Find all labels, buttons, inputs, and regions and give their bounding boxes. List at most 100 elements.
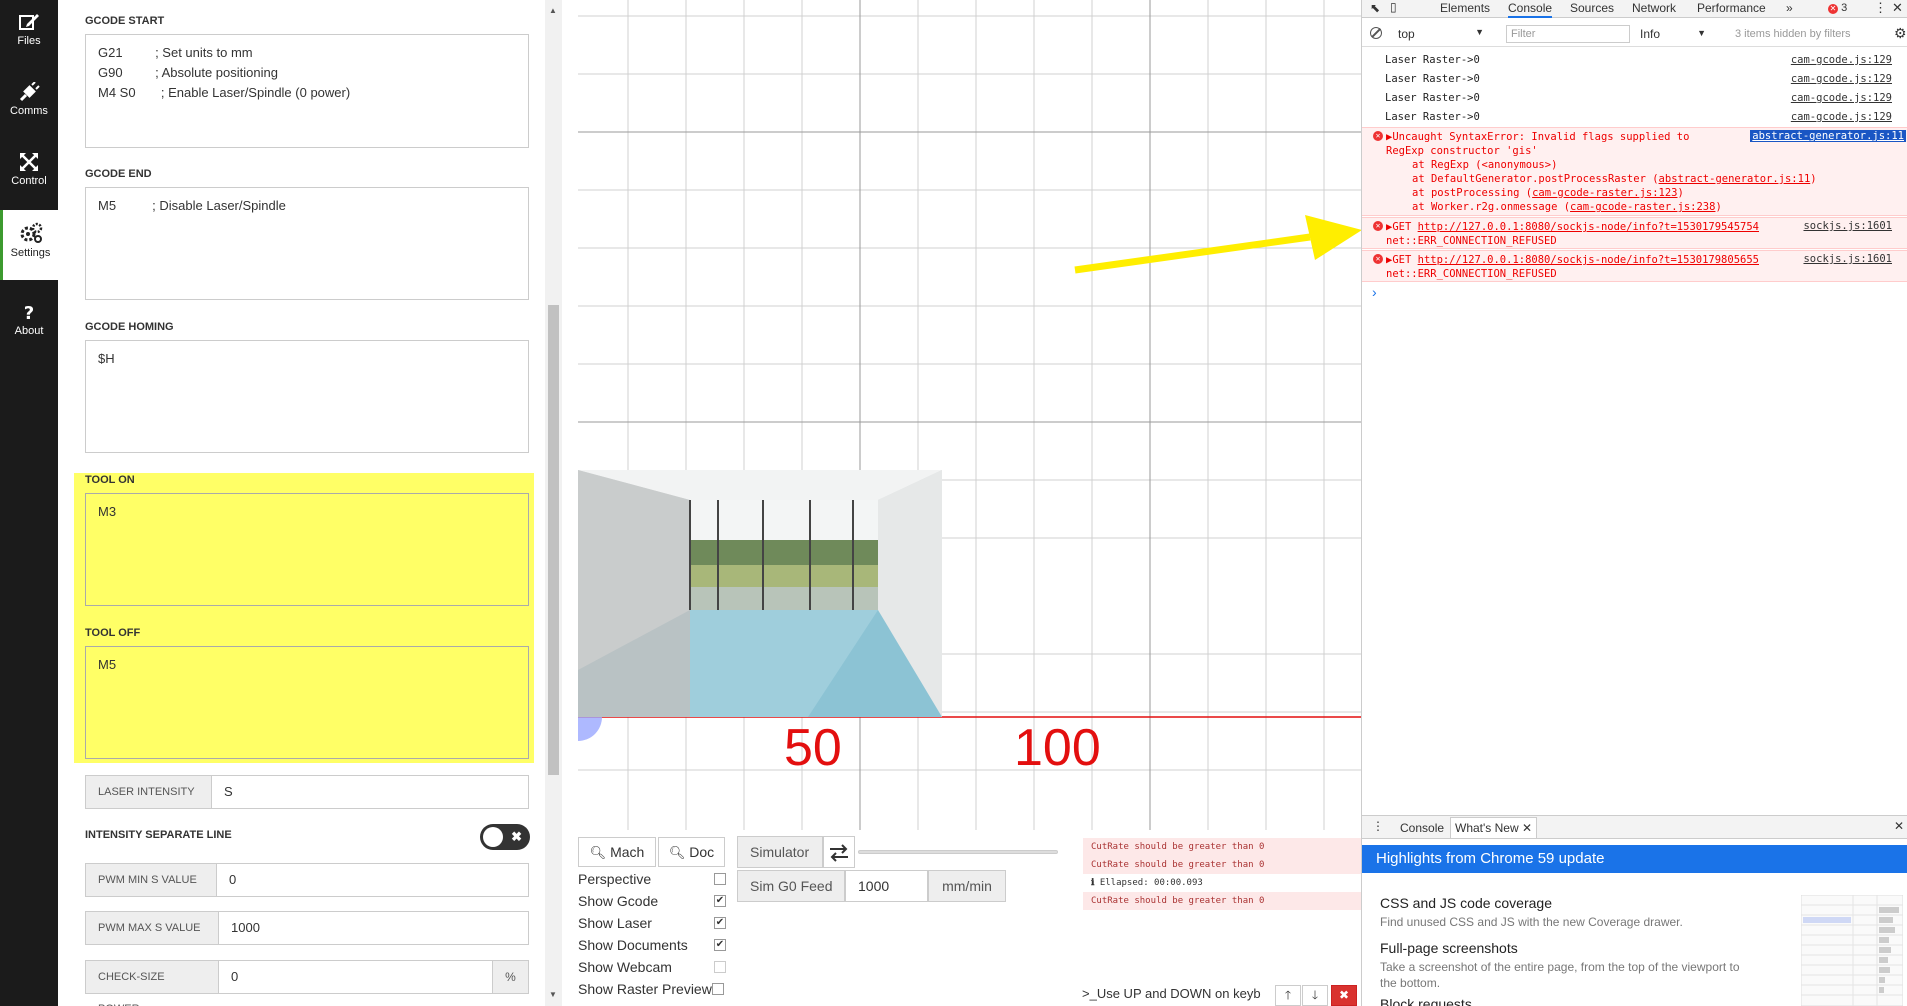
nav-item-settings[interactable]: Settings [0, 210, 58, 280]
gcode-start-textarea[interactable]: G21 ; Set units to mm G90 ; Absolute pos… [85, 34, 529, 148]
annotation-arrow-icon [1074, 215, 1362, 274]
clear-console-icon[interactable] [1370, 27, 1382, 39]
drawer-tab-console[interactable]: Console [1400, 821, 1444, 835]
nav-item-comms[interactable]: Comms [0, 70, 58, 138]
doc-button[interactable]: 🔍︎ Doc [658, 837, 725, 867]
more-tabs-icon[interactable]: » [1786, 0, 1793, 18]
show-documents-checkbox-row[interactable]: Show Documents ✔ [578, 934, 728, 956]
nav-item-control[interactable]: Control [0, 140, 58, 208]
sim-g0-feed-input[interactable]: 1000 [845, 870, 928, 902]
console-log-source[interactable]: cam-gcode.js:129 [1791, 92, 1892, 104]
error-source-link[interactable]: abstract-generator.js:11 [1750, 130, 1906, 142]
sim-g0-feed-label: Sim G0 Feed [750, 878, 833, 894]
tool-off-textarea[interactable]: M5 [85, 646, 529, 759]
history-down-button[interactable]: 🡓 [1302, 985, 1328, 1006]
show-raster-preview-checkbox[interactable] [712, 983, 724, 995]
simulator-swap-button[interactable] [823, 836, 855, 868]
drawer-menu-icon[interactable]: ⋮ [1372, 819, 1384, 833]
close-devtools-icon[interactable]: ✕ [1892, 0, 1903, 16]
laser-intensity-label: LASER INTENSITY [86, 776, 212, 808]
gcode-end-textarea[interactable]: M5 ; Disable Laser/Spindle [85, 187, 529, 300]
console-log-source[interactable]: cam-gcode.js:129 [1791, 111, 1892, 123]
tool-on-label: TOOL ON [85, 474, 135, 486]
pwm-min-field[interactable]: PWM MIN S VALUE 0 [85, 863, 529, 897]
inspect-icon[interactable]: ⬉ [1370, 1, 1380, 15]
tab-elements[interactable]: Elements [1440, 0, 1490, 18]
stack-link[interactable]: abstract-generator.js:11 [1659, 173, 1811, 185]
error-url[interactable]: http://127.0.0.1:8080/sockjs-node/info?t… [1418, 254, 1759, 266]
stack-tail: ) [1677, 187, 1684, 199]
scroll-up-arrow-icon[interactable]: ▲ [549, 6, 557, 15]
error-line: ▶GET http://127.0.0.1:8080/sockjs-node/i… [1386, 220, 1759, 234]
whats-new-item-title[interactable]: CSS and JS code coverage [1380, 895, 1552, 911]
nav-item-files[interactable]: Files [0, 0, 58, 68]
tool-on-textarea[interactable]: M3 [85, 493, 529, 606]
tab-performance[interactable]: Performance [1697, 0, 1766, 18]
close-drawer-icon[interactable]: ✕ [1894, 819, 1904, 833]
nav-label-control: Control [11, 175, 47, 187]
history-up-button[interactable]: 🡑 [1275, 985, 1301, 1006]
show-documents-checkbox[interactable]: ✔ [714, 939, 726, 951]
settings-scrollbar[interactable]: ▲ ▼ [545, 0, 562, 1006]
close-icon[interactable]: ✕ [1522, 821, 1532, 835]
close-icon: ✖ [1338, 988, 1350, 1002]
dropdown-icon: ▼ [1475, 27, 1484, 37]
error-count-badge: ✕ 3 [1828, 2, 1847, 14]
scroll-down-arrow-icon[interactable]: ▼ [549, 990, 557, 999]
error-count: 3 [1841, 2, 1848, 14]
stack-link[interactable]: cam-gcode-raster.js:238 [1570, 201, 1715, 213]
drawer-tab-whats-new[interactable]: What's New ✕ [1450, 817, 1538, 839]
pwm-max-field[interactable]: PWM MAX S VALUE 1000 [85, 911, 529, 945]
whats-new-item-title[interactable]: Block requests [1380, 996, 1472, 1006]
show-documents-label: Show Documents [578, 937, 688, 953]
tab-console[interactable]: Console [1508, 0, 1553, 18]
stack-link[interactable]: cam-gcode-raster.js:123 [1532, 187, 1677, 199]
arrow-up-icon: 🡑 [1284, 988, 1292, 1002]
search-icon: 🔍︎ [589, 845, 607, 860]
show-webcam-checkbox[interactable] [714, 961, 726, 973]
show-gcode-checkbox[interactable]: ✔ [714, 895, 726, 907]
laser-intensity-field[interactable]: LASER INTENSITY S [85, 775, 529, 809]
clear-log-button[interactable]: ✖ [1331, 985, 1357, 1006]
intensity-separate-line-toggle[interactable]: ✖ [480, 824, 530, 850]
workspace-viewer[interactable]: 50 100 [578, 0, 1361, 830]
simulator-label: Simulator [750, 844, 810, 860]
gcode-homing-textarea[interactable]: $H [85, 340, 529, 453]
nav-item-about[interactable]: ? About [0, 290, 58, 358]
show-laser-checkbox[interactable]: ✔ [714, 917, 726, 929]
kebab-menu-icon[interactable]: ⋮ [1874, 0, 1887, 16]
context-select[interactable]: top ▼ [1398, 27, 1484, 43]
devtools-panel: ⬉ ▯ Elements Console Sources Network Per… [1361, 0, 1907, 1006]
show-laser-checkbox-row[interactable]: Show Laser ✔ [578, 912, 728, 934]
whats-new-item-title[interactable]: Full-page screenshots [1380, 940, 1518, 956]
console-log-source[interactable]: cam-gcode.js:129 [1791, 54, 1892, 66]
tab-sources[interactable]: Sources [1570, 0, 1614, 18]
error-url[interactable]: http://127.0.0.1:8080/sockjs-node/info?t… [1418, 221, 1759, 233]
mach-button[interactable]: 🔍︎ Mach [578, 837, 656, 867]
console-prompt[interactable]: › [1372, 284, 1377, 300]
whats-new-item-desc: Find unused CSS and JS with the new Cove… [1380, 915, 1683, 929]
perspective-checkbox[interactable] [714, 873, 726, 885]
gcode-end-label: GCODE END [85, 168, 152, 180]
device-toolbar-icon[interactable]: ▯ [1390, 0, 1397, 14]
command-input-hint[interactable]: >_Use UP and DOWN on keyb [1082, 986, 1282, 1004]
check-size-power-field[interactable]: CHECK-SIZE POWER 0 % [85, 960, 529, 1006]
scrollbar-thumb[interactable] [548, 305, 559, 775]
log-level-select[interactable]: Info ▼ [1640, 27, 1706, 41]
show-webcam-checkbox-row[interactable]: Show Webcam [578, 956, 728, 978]
console-filter-input[interactable]: Filter [1506, 25, 1630, 43]
hidden-items-note: 3 items hidden by filters [1735, 28, 1851, 40]
svg-text:?: ? [24, 303, 34, 322]
perspective-checkbox-row[interactable]: Perspective [578, 868, 728, 890]
sidebar-nav: Files Comms Control Settings ? About [0, 0, 58, 1006]
show-gcode-checkbox-row[interactable]: Show Gcode ✔ [578, 890, 728, 912]
tab-network[interactable]: Network [1632, 0, 1676, 18]
simulator-slider[interactable] [858, 850, 1058, 854]
error-source-link[interactable]: sockjs.js:1601 [1803, 220, 1892, 232]
console-log-source[interactable]: cam-gcode.js:129 [1791, 73, 1892, 85]
show-gcode-label: Show Gcode [578, 893, 659, 909]
error-line: Uncaught SyntaxError: Invalid flags supp… [1392, 131, 1690, 143]
console-settings-icon[interactable]: ⚙ [1894, 25, 1907, 42]
show-raster-preview-checkbox-row[interactable]: Show Raster Preview [578, 978, 728, 1000]
error-source-link[interactable]: sockjs.js:1601 [1803, 253, 1892, 265]
